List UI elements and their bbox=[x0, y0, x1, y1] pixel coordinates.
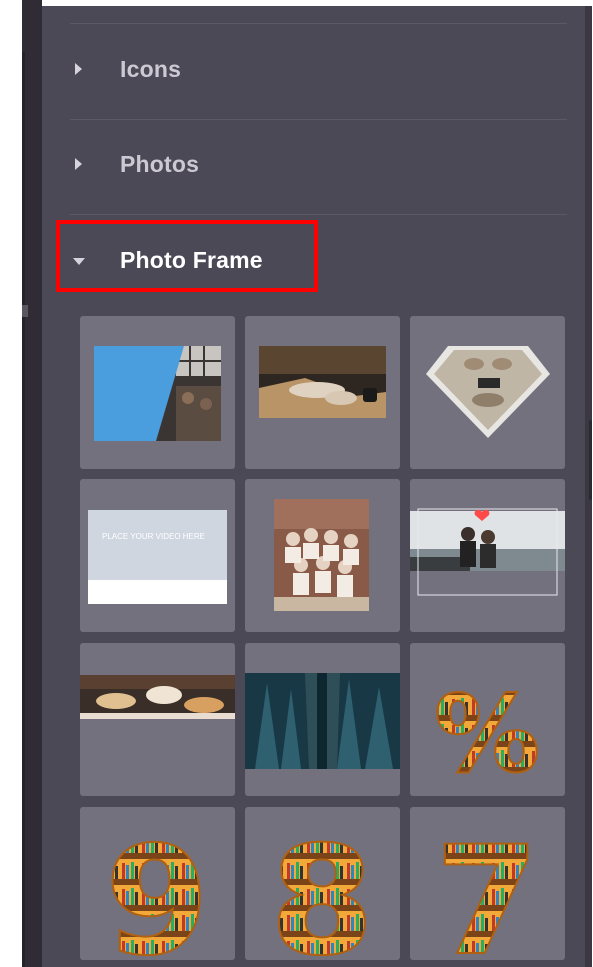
frame-tile-heart-landscape[interactable] bbox=[410, 479, 565, 632]
frame-tile-portrait-group[interactable] bbox=[245, 479, 400, 632]
frame-tile-placeholder-text[interactable]: PLACE YOUR VIDEO HERE bbox=[80, 479, 235, 632]
section-label-icons: Icons bbox=[120, 56, 182, 82]
frame-tile-digit-eight[interactable]: 8 bbox=[245, 807, 400, 960]
frame-tile-percent[interactable]: % bbox=[410, 643, 565, 796]
frame-tile-diamond[interactable] bbox=[410, 316, 565, 469]
divider bbox=[70, 119, 567, 120]
rail-notch bbox=[22, 305, 28, 317]
frame-tile-thin-banner[interactable] bbox=[80, 643, 235, 796]
rail-strip bbox=[22, 52, 25, 967]
frame-tile-digit-nine[interactable]: 9 bbox=[80, 807, 235, 960]
frame-tile-forest[interactable] bbox=[245, 643, 400, 796]
frame-glyph: 9 bbox=[105, 815, 209, 960]
frame-glyph: 8 bbox=[270, 815, 374, 960]
panel-scrollbar-thumb[interactable] bbox=[589, 420, 592, 500]
divider bbox=[70, 214, 567, 215]
highlight-annotation bbox=[56, 220, 318, 292]
section-photos[interactable]: Photos bbox=[42, 137, 582, 193]
frame-tile-diagonal-split[interactable] bbox=[80, 316, 235, 469]
left-rail bbox=[22, 0, 42, 967]
frame-glyph: % bbox=[434, 673, 540, 796]
placeholder-text: PLACE YOUR VIDEO HERE bbox=[102, 532, 205, 541]
frame-tile-digit-seven[interactable]: 7 bbox=[410, 807, 565, 960]
section-label-photos: Photos bbox=[120, 151, 200, 177]
frame-glyph: 7 bbox=[435, 815, 539, 960]
caret-right-icon bbox=[75, 63, 82, 75]
frame-tile-wide-banner[interactable] bbox=[245, 316, 400, 469]
caret-right-icon bbox=[75, 158, 82, 170]
asset-panel-app: Icons Photos Photo Frame PLACE YOUR VIDE… bbox=[0, 0, 593, 967]
divider bbox=[70, 23, 567, 24]
section-icons[interactable]: Icons bbox=[42, 42, 582, 98]
